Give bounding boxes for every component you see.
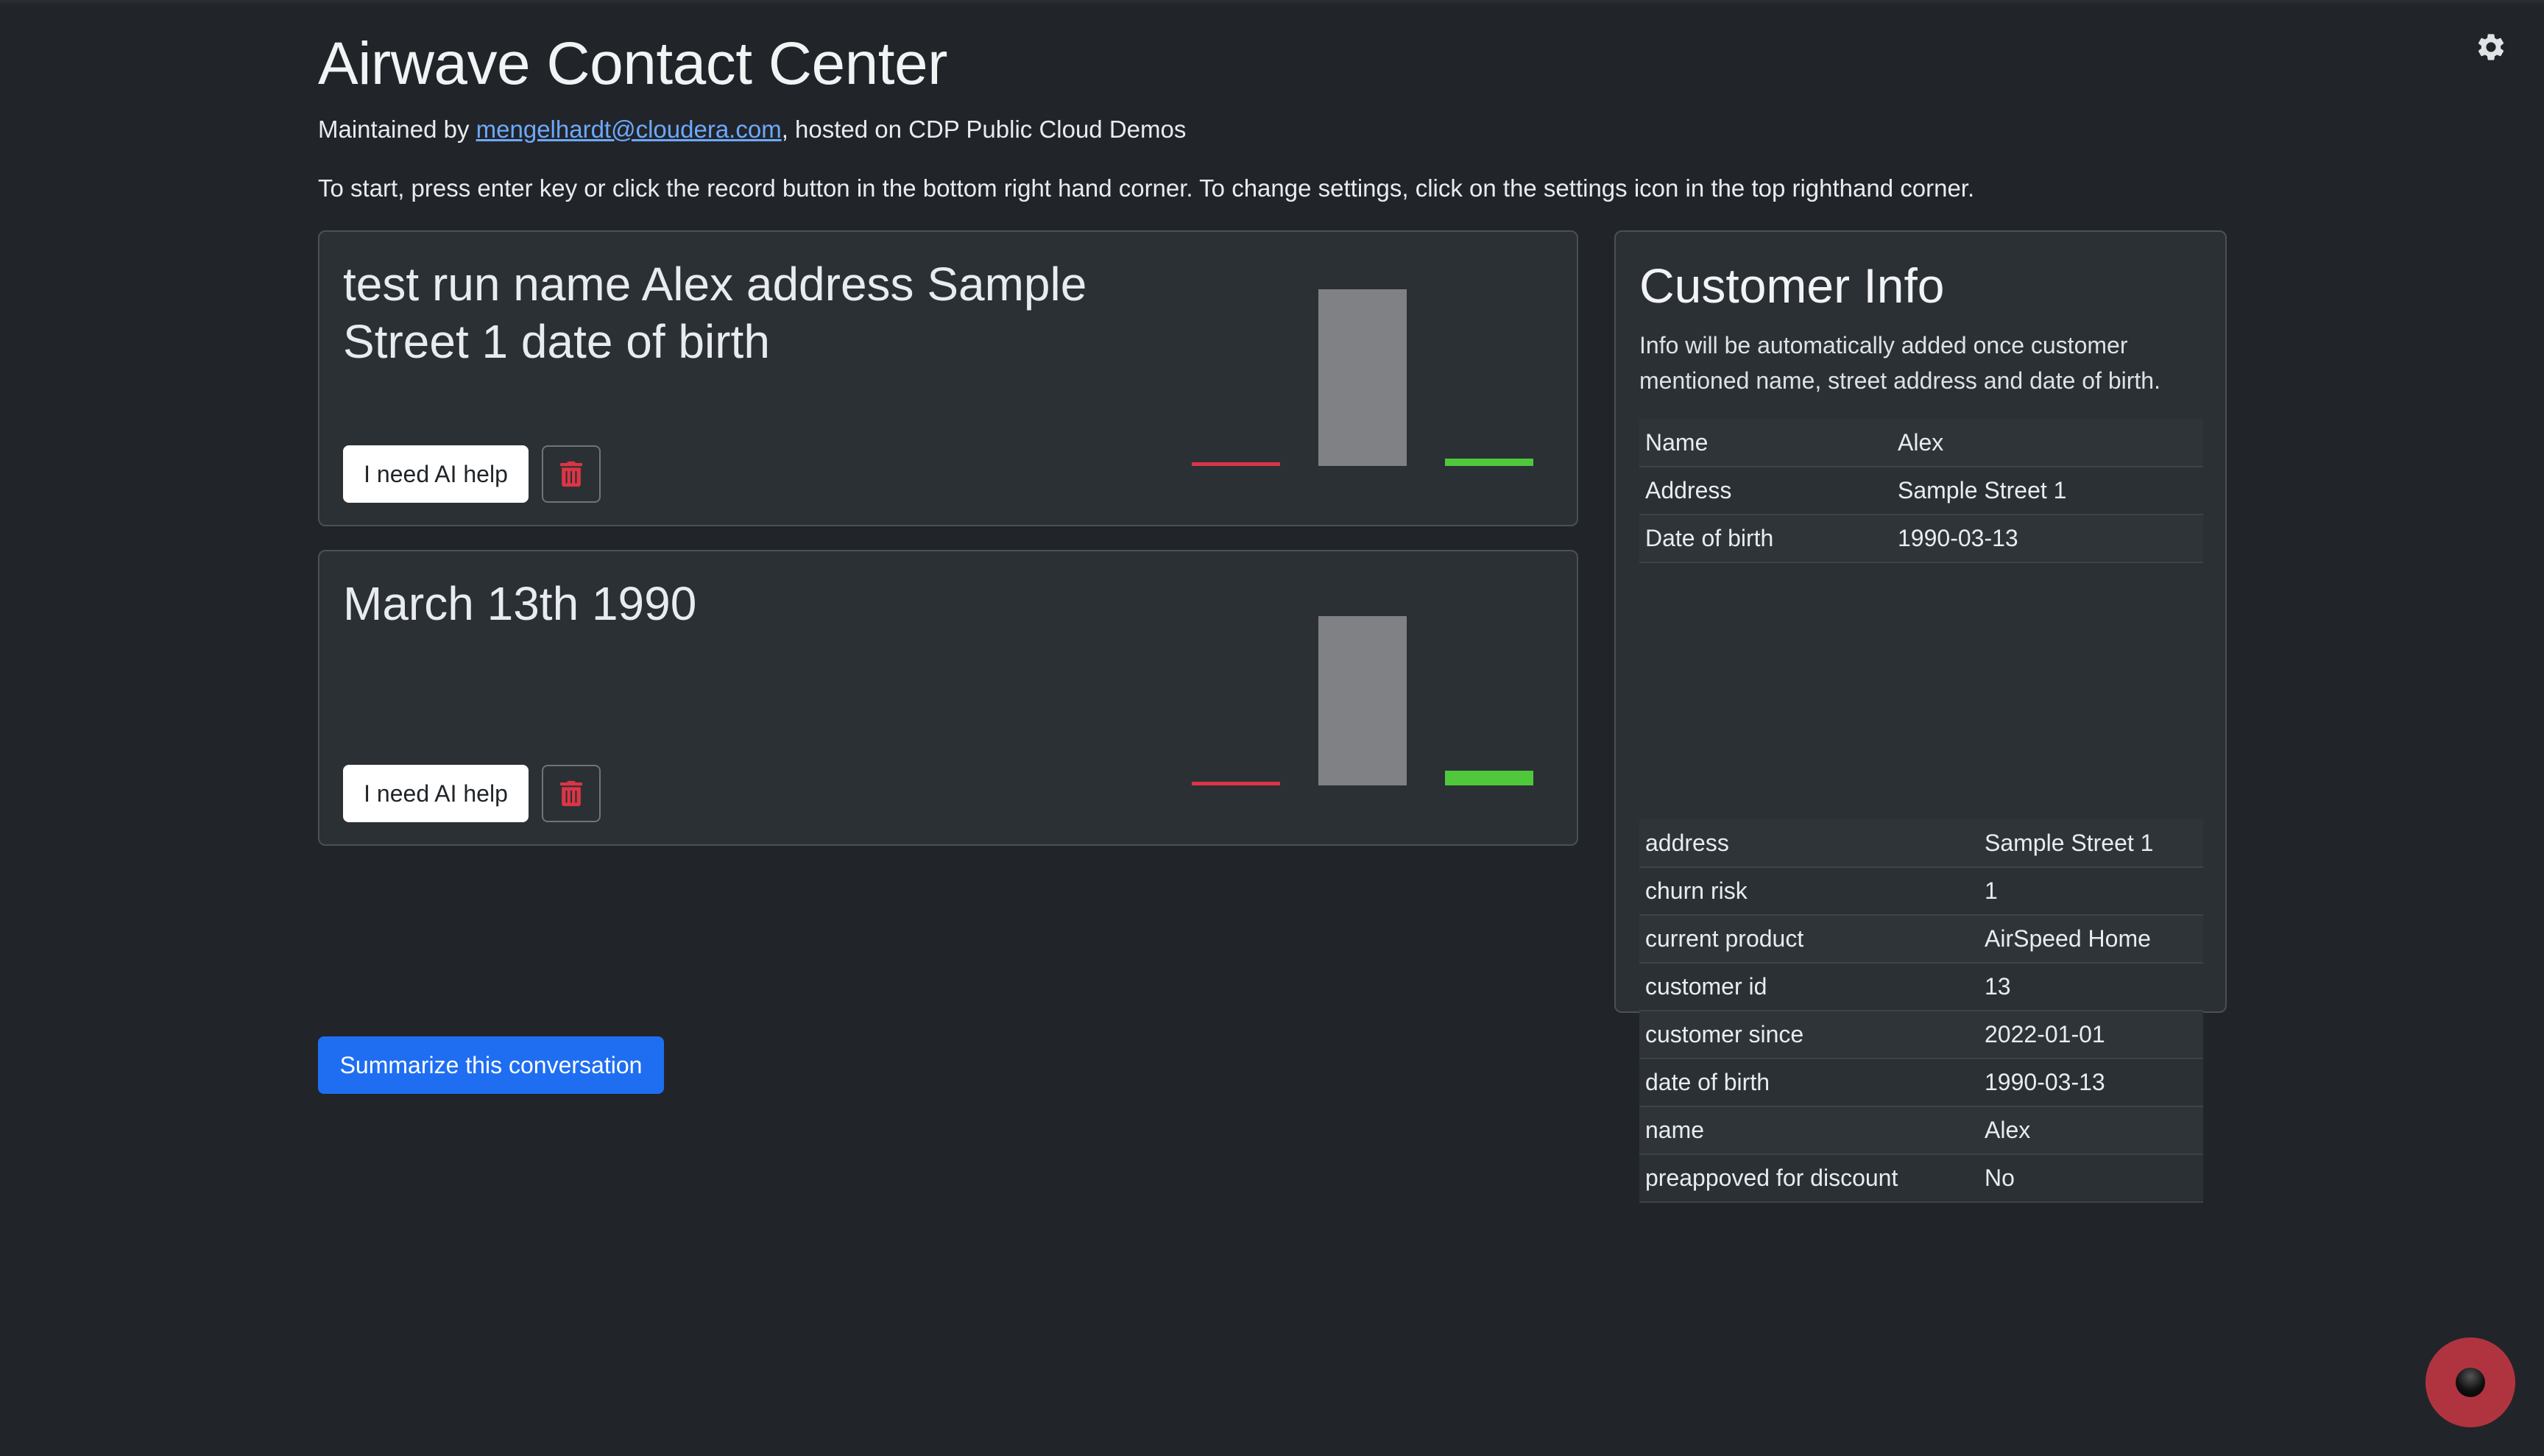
customer-info-note: Info will be automatically added once cu… <box>1639 332 2160 394</box>
field-label: current product <box>1639 915 1979 964</box>
instructions-text: To start, press enter key or click the r… <box>318 174 1975 202</box>
basic-info-table: Name Alex Address Sample Street 1 Date of bi… <box>1639 419 2203 563</box>
table-row: address Sample Street 1 <box>1639 819 2203 868</box>
maintained-prefix: Maintained by <box>318 116 476 143</box>
positive-sentiment-bar <box>1445 459 1533 466</box>
neutral-sentiment-bar <box>1318 616 1407 785</box>
field-value: 1990-03-13 <box>1979 1059 2203 1107</box>
table-row: Date of birth 1990-03-13 <box>1639 515 2203 563</box>
field-label: customer id <box>1639 963 1979 1011</box>
transcript-text: test run name Alex address Sample Street… <box>343 258 1087 368</box>
field-value: 2022-01-01 <box>1979 1011 2203 1059</box>
transcript-card: March 13th 1990 I need AI help <box>318 550 1578 846</box>
table-row: name Alex <box>1639 1106 2203 1155</box>
field-label: Name <box>1639 419 1892 467</box>
ai-help-button[interactable]: I need AI help <box>343 765 529 822</box>
table-row: customer id 13 <box>1639 963 2203 1011</box>
transcript-text: March 13th 1990 <box>343 577 697 630</box>
field-value: 1990-03-13 <box>1892 515 2203 563</box>
record-icon <box>2456 1368 2485 1397</box>
top-shade <box>0 0 2544 6</box>
trash-icon <box>560 461 582 487</box>
delete-button[interactable] <box>542 445 601 503</box>
customer-details-table: address Sample Street 1 churn risk 1 current… <box>1639 819 2203 1203</box>
neutral-sentiment-bar <box>1318 289 1407 466</box>
delete-button[interactable] <box>542 765 601 822</box>
field-value: 1 <box>1979 867 2203 916</box>
table-row: customer since 2022-01-01 <box>1639 1011 2203 1059</box>
table-row: Name Alex <box>1639 419 2203 467</box>
table-row: current product AirSpeed Home <box>1639 915 2203 964</box>
field-value: Sample Street 1 <box>1979 819 2203 868</box>
negative-sentiment-bar <box>1192 462 1280 466</box>
ai-help-button[interactable]: I need AI help <box>343 445 529 503</box>
sentiment-meter <box>1192 581 1560 802</box>
field-value: Sample Street 1 <box>1892 467 2203 515</box>
customer-info-card: Customer Info Info will be automatically… <box>1614 230 2227 1203</box>
field-label: address <box>1639 819 1979 868</box>
field-value: No <box>1979 1154 2203 1203</box>
field-value: Alex <box>1979 1106 2203 1155</box>
field-value: 13 <box>1979 963 2203 1011</box>
table-row: preappoved for discount No <box>1639 1154 2203 1203</box>
field-label: Date of birth <box>1639 515 1892 563</box>
page-title: Airwave Contact Center <box>318 30 947 97</box>
negative-sentiment-bar <box>1192 782 1280 785</box>
field-value: AirSpeed Home <box>1979 915 2203 964</box>
trash-icon <box>560 780 582 807</box>
record-button[interactable] <box>2425 1337 2515 1427</box>
field-label: customer since <box>1639 1011 1979 1059</box>
table-row: churn risk 1 <box>1639 867 2203 916</box>
customer-info-title: Customer Info <box>1639 258 1945 313</box>
field-label: name <box>1639 1106 1979 1155</box>
field-label: churn risk <box>1639 867 1979 916</box>
field-label: Address <box>1639 467 1892 515</box>
settings-button[interactable] <box>2473 29 2509 65</box>
table-row: date of birth 1990-03-13 <box>1639 1059 2203 1107</box>
gear-icon <box>2478 34 2504 60</box>
summarize-button[interactable]: Summarize this conversation <box>318 1036 664 1094</box>
field-value: Alex <box>1892 419 2203 467</box>
positive-sentiment-bar <box>1445 771 1533 785</box>
sentiment-meter <box>1192 261 1560 482</box>
transcript-card: test run name Alex address Sample Street… <box>318 230 1578 526</box>
field-label: date of birth <box>1639 1059 1979 1107</box>
table-row: Address Sample Street 1 <box>1639 467 2203 515</box>
field-label: preappoved for discount <box>1639 1154 1979 1203</box>
maintainer-email-link[interactable]: mengelhardt@cloudera.com <box>476 116 782 143</box>
maintainer-line: Maintained by mengelhardt@cloudera.com, … <box>318 116 1186 144</box>
maintained-suffix: , hosted on CDP Public Cloud Demos <box>781 116 1187 143</box>
